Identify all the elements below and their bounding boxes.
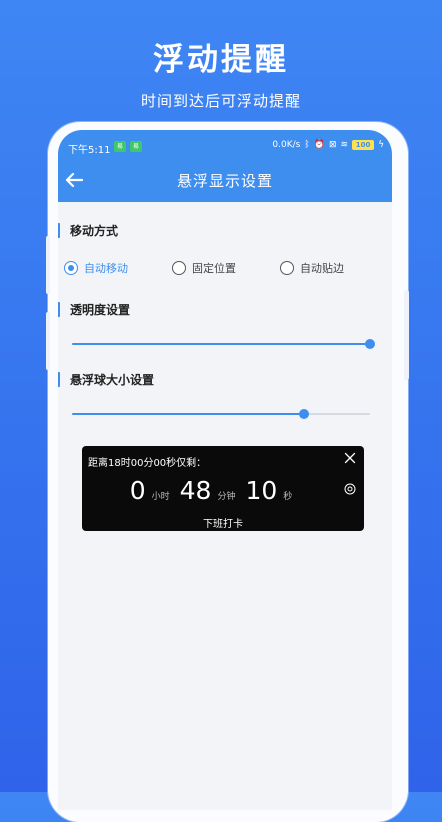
- floating-preview-card[interactable]: 距离18时00分00秒仅剩： 0 小时 48 分钟 10 秒 下班打卡: [82, 446, 364, 531]
- page-title: 悬浮显示设置: [176, 172, 273, 190]
- section-accent-bar: [58, 223, 60, 238]
- phone-side-button-right: [404, 290, 409, 380]
- promo-title: 浮动提醒: [153, 42, 289, 78]
- countdown-minutes-unit: 分钟: [217, 492, 236, 502]
- ball-size-slider[interactable]: [72, 408, 370, 420]
- status-badge-2: 易: [130, 141, 142, 152]
- radio-auto-edge[interactable]: 自动贴边: [280, 260, 344, 276]
- radio-auto-move-circle[interactable]: [64, 261, 78, 275]
- phone-side-button-left-1: [46, 236, 50, 294]
- radio-fixed-position-circle[interactable]: [172, 261, 186, 275]
- opacity-slider-fill: [72, 343, 370, 345]
- section-opacity-label: 透明度设置: [70, 303, 131, 317]
- countdown-seconds-unit: 秒: [283, 492, 293, 502]
- section-ball-size-label: 悬浮球大小设置: [70, 373, 155, 387]
- countdown-hours: 0: [129, 476, 146, 505]
- promo-subtitle: 时间到达后可浮动提醒: [140, 92, 301, 110]
- settings-icon[interactable]: [344, 483, 356, 495]
- countdown-seconds: 10: [245, 476, 278, 505]
- wifi-icon: ≋: [340, 140, 349, 150]
- network-speed: 0.0K/s: [272, 140, 301, 150]
- app-bar: 下午5:11 易 易 0.0K/s ᛒ ⏰ ⊠ ≋ 100 ϟ 悬浮显示设置: [58, 130, 392, 202]
- opacity-slider-thumb[interactable]: [365, 339, 375, 349]
- phone-screen: 下午5:11 易 易 0.0K/s ᛒ ⏰ ⊠ ≋ 100 ϟ 悬浮显示设置 移…: [58, 130, 392, 810]
- radio-auto-move[interactable]: 自动移动: [64, 260, 128, 276]
- alarm-icon: ⏰: [313, 140, 325, 150]
- status-right-group: 0.0K/s ᛒ ⏰ ⊠ ≋ 100 ϟ: [272, 140, 384, 150]
- battery-icon: 100: [352, 140, 375, 150]
- countdown-hours-unit: 小时: [151, 492, 170, 502]
- opacity-slider[interactable]: [72, 338, 375, 350]
- status-badge-1: 易: [114, 141, 126, 152]
- ball-size-slider-fill: [72, 413, 305, 415]
- reminder-action-label: 下班打卡: [203, 519, 243, 530]
- sim-icon: ⊠: [328, 140, 337, 150]
- radio-fixed-position-label: 固定位置: [192, 262, 236, 275]
- status-time: 下午5:11: [68, 145, 111, 156]
- radio-fixed-position[interactable]: 固定位置: [172, 260, 236, 276]
- countdown-display: 0 小时 48 分钟 10 秒: [82, 476, 364, 505]
- bluetooth-icon: ᛒ: [304, 140, 310, 150]
- countdown-minutes: 48: [179, 476, 212, 505]
- radio-auto-edge-circle[interactable]: [280, 261, 294, 275]
- status-bar: 下午5:11 易 易 0.0K/s ᛒ ⏰ ⊠ ≋ 100 ϟ: [68, 140, 384, 156]
- ball-size-slider-thumb[interactable]: [299, 409, 310, 419]
- phone-side-button-left-2: [46, 312, 50, 370]
- section-accent-bar: [58, 372, 60, 387]
- countdown-heading: 距离18时00分00秒仅剩：: [88, 458, 207, 469]
- section-accent-bar: [58, 302, 60, 317]
- section-move-mode-label: 移动方式: [70, 224, 119, 238]
- charging-icon: ϟ: [378, 140, 384, 150]
- radio-auto-move-label: 自动移动: [84, 262, 128, 275]
- radio-auto-edge-label: 自动贴边: [300, 262, 344, 275]
- close-icon[interactable]: [344, 452, 356, 464]
